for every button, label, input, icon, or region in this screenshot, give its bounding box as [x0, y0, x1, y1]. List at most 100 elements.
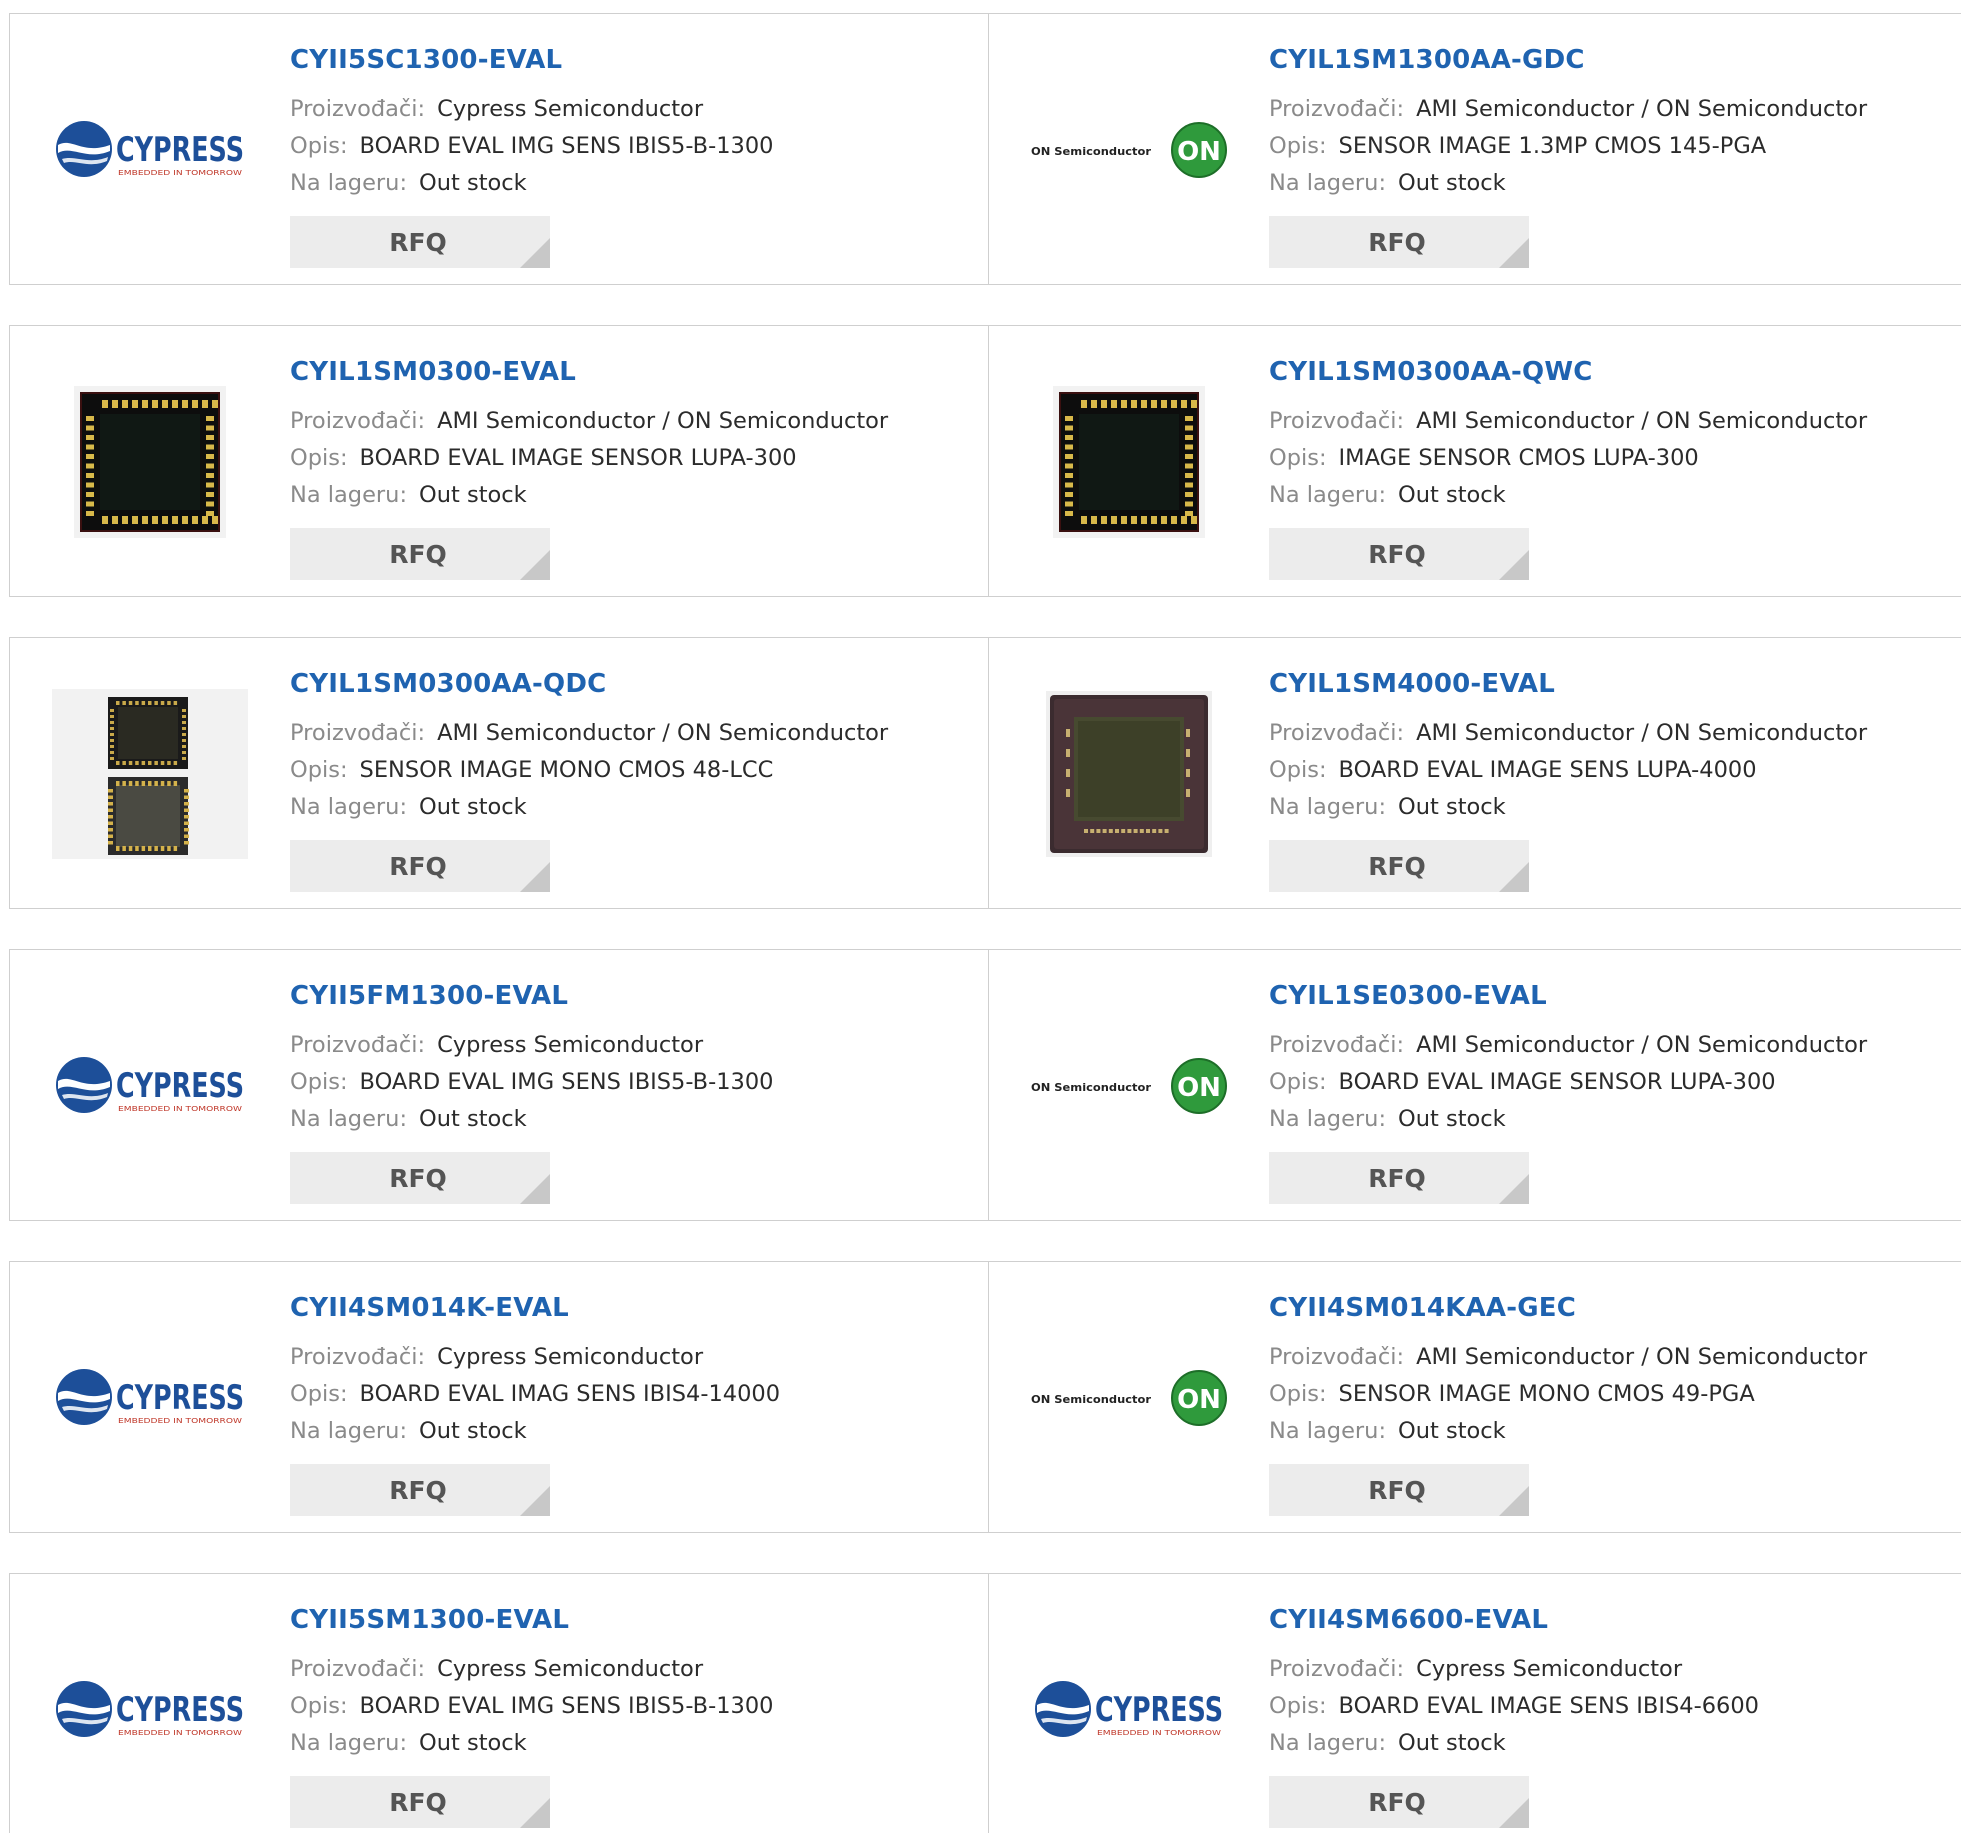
cypress-logo[interactable]: CYPRESS EMBEDDED IN TOMORROW	[50, 1005, 250, 1167]
product-card: ON Semiconductor ON CYIL1SE0300-EVAL Pro…	[988, 950, 1961, 1220]
rfq-button[interactable]: RFQ	[1269, 1464, 1529, 1516]
manufacturer-value: AMI Semiconductor / ON Semiconductor	[437, 720, 889, 746]
stock-value: Out stock	[419, 1730, 527, 1756]
stock-label: Na lageru:	[1269, 170, 1387, 196]
cypress-logo[interactable]: CYPRESS EMBEDDED IN TOMORROW	[50, 69, 250, 231]
description-line: Opis: BOARD EVAL IMAGE SENSOR LUPA-300	[1269, 1069, 1776, 1095]
stock-label: Na lageru:	[1269, 1418, 1387, 1444]
stock-label: Na lageru:	[290, 1418, 408, 1444]
description-line: Opis: IMAGE SENSOR CMOS LUPA-300	[1269, 445, 1699, 471]
manufacturer-line: Proizvođači: AMI Semiconductor / ON Semic…	[1269, 408, 1867, 434]
product-title-link[interactable]: CYIL1SM1300AA-GDC	[1269, 45, 1585, 75]
product-title-link[interactable]: CYII5SC1300-EVAL	[290, 45, 562, 75]
product-title-link[interactable]: CYIL1SM0300AA-QDC	[290, 669, 606, 699]
stock-value: Out stock	[1398, 170, 1506, 196]
stock-value: Out stock	[1398, 482, 1506, 508]
description-line: Opis: SENSOR IMAGE MONO CMOS 49-PGA	[1269, 1381, 1755, 1407]
svg-text:ON Semiconductor: ON Semiconductor	[1031, 145, 1152, 158]
description-value: BOARD EVAL IMG SENS IBIS5-B-1300	[359, 133, 774, 159]
manufacturer-line: Proizvođači: Cypress Semiconductor	[290, 1344, 703, 1370]
description-line: Opis: BOARD EVAL IMG SENS IBIS5-B-1300	[290, 133, 774, 159]
lcc-chip-image[interactable]	[50, 381, 250, 543]
corner-triangle-icon	[520, 550, 550, 580]
manufacturer-label: Proizvođači:	[1269, 96, 1405, 122]
manufacturer-value: AMI Semiconductor / ON Semiconductor	[1416, 408, 1868, 434]
product-title-link[interactable]: CYII5SM1300-EVAL	[290, 1605, 569, 1635]
corner-triangle-icon	[520, 1486, 550, 1516]
svg-text:ON Semiconductor: ON Semiconductor	[1031, 1081, 1152, 1094]
stock-value: Out stock	[1398, 794, 1506, 820]
rfq-button[interactable]: RFQ	[290, 1152, 550, 1204]
svg-text:EMBEDDED IN TOMORROW: EMBEDDED IN TOMORROW	[118, 1417, 242, 1425]
manufacturer-label: Proizvođači:	[1269, 1344, 1405, 1370]
manufacturer-label: Proizvođači:	[290, 1656, 426, 1682]
product-title-link[interactable]: CYIL1SM0300AA-QWC	[1269, 357, 1593, 387]
on-semi-logo[interactable]: ON Semiconductor ON	[1029, 69, 1229, 231]
product-title-link[interactable]: CYIL1SM0300-EVAL	[290, 357, 576, 387]
rfq-button[interactable]: RFQ	[290, 1464, 550, 1516]
description-line: Opis: BOARD EVAL IMAGE SENS LUPA-4000	[1269, 757, 1757, 783]
rfq-button-label: RFQ	[1368, 851, 1426, 881]
stock-line: Na lageru: Out stock	[1269, 794, 1506, 820]
stock-label: Na lageru:	[290, 482, 408, 508]
corner-triangle-icon	[520, 1174, 550, 1204]
product-card: CYIL1SM0300-EVAL Proizvođači: AMI Semicon…	[10, 326, 988, 596]
rfq-button[interactable]: RFQ	[1269, 1776, 1529, 1828]
manufacturer-line: Proizvođači: Cypress Semiconductor	[290, 1656, 703, 1682]
svg-text:ON: ON	[1177, 1385, 1221, 1415]
on-semi-logo[interactable]: ON Semiconductor ON	[1029, 1317, 1229, 1479]
manufacturer-line: Proizvođači: AMI Semiconductor / ON Semic…	[1269, 96, 1867, 122]
lcc-chip-image[interactable]	[1029, 381, 1229, 543]
rfq-button[interactable]: RFQ	[290, 1776, 550, 1828]
description-value: BOARD EVAL IMG SENS IBIS5-B-1300	[359, 1693, 774, 1719]
manufacturer-value: Cypress Semiconductor	[437, 1032, 704, 1058]
description-line: Opis: BOARD EVAL IMG SENS IBIS5-B-1300	[290, 1069, 774, 1095]
stock-label: Na lageru:	[290, 170, 408, 196]
rfq-button[interactable]: RFQ	[290, 840, 550, 892]
rfq-button[interactable]: RFQ	[1269, 216, 1529, 268]
rfq-button[interactable]: RFQ	[290, 528, 550, 580]
rfq-button-label: RFQ	[389, 227, 447, 257]
description-label: Opis:	[1269, 1069, 1327, 1095]
rfq-button[interactable]: RFQ	[1269, 1152, 1529, 1204]
cypress-logo[interactable]: CYPRESS EMBEDDED IN TOMORROW	[50, 1317, 250, 1479]
rfq-button[interactable]: RFQ	[1269, 840, 1529, 892]
product-title-link[interactable]: CYIL1SM4000-EVAL	[1269, 669, 1555, 699]
on-semi-logo[interactable]: ON Semiconductor ON	[1029, 1005, 1229, 1167]
stock-value: Out stock	[1398, 1106, 1506, 1132]
description-label: Opis:	[1269, 1693, 1327, 1719]
product-card: ON Semiconductor ON CYII4SM014KAA-GEC Pr…	[988, 1262, 1961, 1532]
svg-text:EMBEDDED IN TOMORROW: EMBEDDED IN TOMORROW	[1097, 1729, 1221, 1737]
svg-text:CYPRESS: CYPRESS	[116, 1690, 244, 1730]
product-title-link[interactable]: CYII4SM014KAA-GEC	[1269, 1293, 1576, 1323]
description-value: BOARD EVAL IMAGE SENSOR LUPA-300	[359, 445, 797, 471]
product-title-link[interactable]: CYII5FM1300-EVAL	[290, 981, 568, 1011]
stock-label: Na lageru:	[1269, 1730, 1387, 1756]
manufacturer-value: AMI Semiconductor / ON Semiconductor	[1416, 96, 1868, 122]
product-row: CYPRESS EMBEDDED IN TOMORROW CYII5FM1300…	[9, 949, 1961, 1221]
rfq-button[interactable]: RFQ	[290, 216, 550, 268]
product-title-link[interactable]: CYIL1SE0300-EVAL	[1269, 981, 1547, 1011]
product-title-link[interactable]: CYII4SM6600-EVAL	[1269, 1605, 1548, 1635]
corner-triangle-icon	[520, 238, 550, 268]
corner-triangle-icon	[1499, 550, 1529, 580]
description-value: SENSOR IMAGE MONO CMOS 49-PGA	[1338, 1381, 1755, 1407]
stock-label: Na lageru:	[1269, 1106, 1387, 1132]
svg-text:EMBEDDED IN TOMORROW: EMBEDDED IN TOMORROW	[118, 169, 242, 177]
product-title-link[interactable]: CYII4SM014K-EVAL	[290, 1293, 569, 1323]
cypress-logo[interactable]: CYPRESS EMBEDDED IN TOMORROW	[1029, 1629, 1229, 1791]
large-sensor-image[interactable]	[1029, 691, 1229, 857]
corner-triangle-icon	[1499, 1798, 1529, 1828]
svg-text:EMBEDDED IN TOMORROW: EMBEDDED IN TOMORROW	[118, 1729, 242, 1737]
stock-label: Na lageru:	[290, 794, 408, 820]
cypress-logo[interactable]: CYPRESS EMBEDDED IN TOMORROW	[50, 1629, 250, 1791]
product-card: ON Semiconductor ON CYIL1SM1300AA-GDC Pr…	[988, 14, 1961, 284]
two-chips-image[interactable]	[50, 689, 250, 859]
product-grid: CYPRESS EMBEDDED IN TOMORROW CYII5SC1300…	[0, 0, 1961, 1833]
manufacturer-value: AMI Semiconductor / ON Semiconductor	[1416, 1032, 1868, 1058]
rfq-button[interactable]: RFQ	[1269, 528, 1529, 580]
manufacturer-line: Proizvođači: Cypress Semiconductor	[290, 96, 703, 122]
manufacturer-line: Proizvođači: AMI Semiconductor / ON Semic…	[1269, 1344, 1867, 1370]
rfq-button-label: RFQ	[389, 1475, 447, 1505]
stock-value: Out stock	[419, 1418, 527, 1444]
